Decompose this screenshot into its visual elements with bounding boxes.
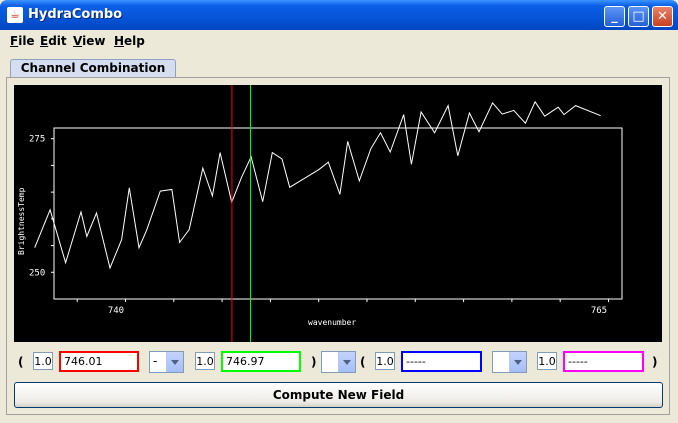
menu-file[interactable]: File — [10, 34, 35, 48]
spectrum-chart[interactable]: 275 250 740 765 wavenumber BrightnessTemp — [14, 85, 662, 342]
open-paren-1: ( — [18, 355, 24, 369]
operator-1-select[interactable]: - — [149, 351, 184, 373]
maximize-button[interactable]: □ — [628, 6, 649, 27]
spectrum-plot[interactable]: 275 250 740 765 wavenumber BrightnessTemp — [14, 85, 662, 342]
title-bar: ☕ HydraCombo _ □ ✕ — [0, 0, 678, 30]
menu-edit[interactable]: Edit — [40, 34, 67, 48]
spectrum-series-line — [34, 100, 601, 270]
window-title: HydraCombo — [28, 7, 123, 22]
close-paren-1: ) — [311, 355, 317, 369]
coefficient-1-input[interactable]: 1.0 — [33, 352, 53, 370]
plot-frame — [53, 127, 623, 300]
chevron-down-icon[interactable] — [509, 352, 526, 372]
coefficient-2-input[interactable]: 1.0 — [195, 352, 215, 370]
operator-2-select[interactable] — [321, 351, 356, 373]
compute-new-field-button[interactable]: Compute New Field — [14, 382, 663, 408]
operator-1-value: - — [153, 354, 158, 368]
coefficient-3-input[interactable]: 1.0 — [375, 352, 395, 370]
x-tick-label: 740 — [108, 306, 124, 316]
chevron-down-icon[interactable] — [166, 352, 183, 372]
y-tick-label: 275 — [29, 135, 45, 145]
menu-help[interactable]: Help — [114, 34, 145, 48]
y-axis-label: BrightnessTemp — [17, 187, 26, 255]
close-button[interactable]: ✕ — [652, 6, 673, 27]
menu-view[interactable]: View — [73, 34, 105, 48]
x-axis-label: wavenumber — [308, 318, 356, 327]
coefficient-4-input[interactable]: 1.0 — [537, 352, 557, 370]
open-paren-2: ( — [360, 355, 366, 369]
tab-channel-combination-tool[interactable]: Channel Combination Tool — [10, 59, 176, 91]
close-paren-2: ) — [652, 355, 658, 369]
minimize-button[interactable]: _ — [604, 6, 625, 27]
y-tick-label: 250 — [29, 268, 45, 278]
chevron-down-icon[interactable] — [338, 352, 355, 372]
channel-3-field[interactable]: ----- — [401, 351, 482, 372]
channel-1-field[interactable]: 746.01 — [59, 351, 139, 372]
channel-2-field[interactable]: 746.97 — [221, 351, 301, 372]
app-icon: ☕ — [7, 7, 23, 23]
x-tick-label: 765 — [591, 306, 607, 316]
operator-3-select[interactable] — [492, 351, 527, 373]
channel-4-field[interactable]: ----- — [563, 351, 644, 372]
menu-bar: File Edit View Help — [2, 30, 676, 52]
